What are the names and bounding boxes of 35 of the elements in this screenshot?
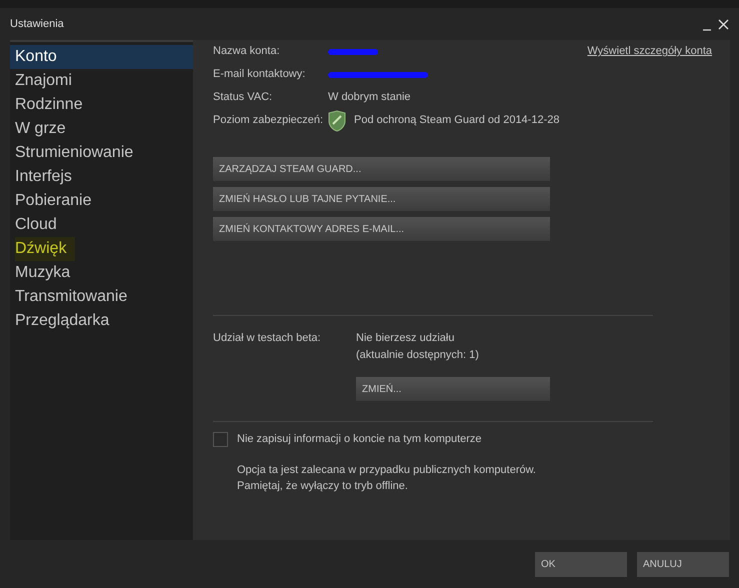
dialog-button[interactable]: OK	[535, 552, 627, 576]
action-button[interactable]: ZMIEŃ KONTAKTOWY ADRES E-MAIL...	[213, 217, 550, 241]
redaction-mark	[328, 48, 378, 54]
field-label: Nazwa konta:	[213, 44, 281, 60]
sidebar-item[interactable]: Muzyka	[10, 261, 193, 285]
beta-status: Nie bierzesz udziału	[356, 331, 456, 346]
checkbox[interactable]	[213, 432, 228, 447]
shield-icon	[328, 110, 346, 132]
sidebar-item[interactable]: Cloud	[10, 213, 193, 237]
field-label: E-mail kontaktowy:	[213, 67, 306, 82]
beta-label: Udział w testach beta:	[213, 331, 322, 346]
sidebar-item[interactable]: Konto	[10, 45, 193, 69]
checkbox-label: Nie zapisuj informacji o koncie na tym komputerze	[237, 432, 482, 447]
action-button[interactable]: ZMIEŃ HASŁO LUB TAJNE PYTANIE...	[213, 187, 550, 211]
field-value: Pod ochroną Steam Guard od 2014-12-28	[354, 113, 560, 128]
sidebar-item[interactable]: Interfejs	[10, 165, 193, 189]
beta-available: (aktualnie dostępnych: 1)	[356, 348, 480, 362]
field-value: W dobrym stanie	[328, 90, 411, 106]
sidebar-item[interactable]: Przeglądarka	[10, 309, 193, 333]
sidebar-item[interactable]: Pobieranie	[10, 189, 193, 213]
sidebar-item[interactable]: Rodzinne	[10, 93, 193, 117]
sidebar-item[interactable]: Dźwięk	[10, 237, 193, 261]
window-title: Ustawienia	[10, 16, 64, 32]
sidebar-item[interactable]: Znajomi	[10, 69, 193, 93]
sidebar-item[interactable]: Transmitowanie	[10, 285, 193, 309]
sidebar-item[interactable]: W grze	[10, 117, 193, 141]
field-label: Poziom zabezpieczeń:	[213, 113, 324, 128]
account-details-link[interactable]: Wyświetl szczegóły konta	[587, 43, 712, 60]
sidebar-item[interactable]: Strumieniowanie	[10, 141, 193, 165]
field-label: Status VAC:	[213, 90, 274, 106]
note-text: Opcja ta jest zalecana w przypadku publicznych komputerów. Pamiętaj, że wyłączy to tryb offline.	[237, 462, 537, 494]
action-button[interactable]: ZMIEŃ...	[356, 377, 550, 401]
action-button[interactable]: ZARZĄDZAJ STEAM GUARD...	[213, 157, 550, 181]
dialog-button[interactable]: ANULUJ	[637, 552, 729, 576]
close-icon[interactable]	[718, 18, 729, 30]
